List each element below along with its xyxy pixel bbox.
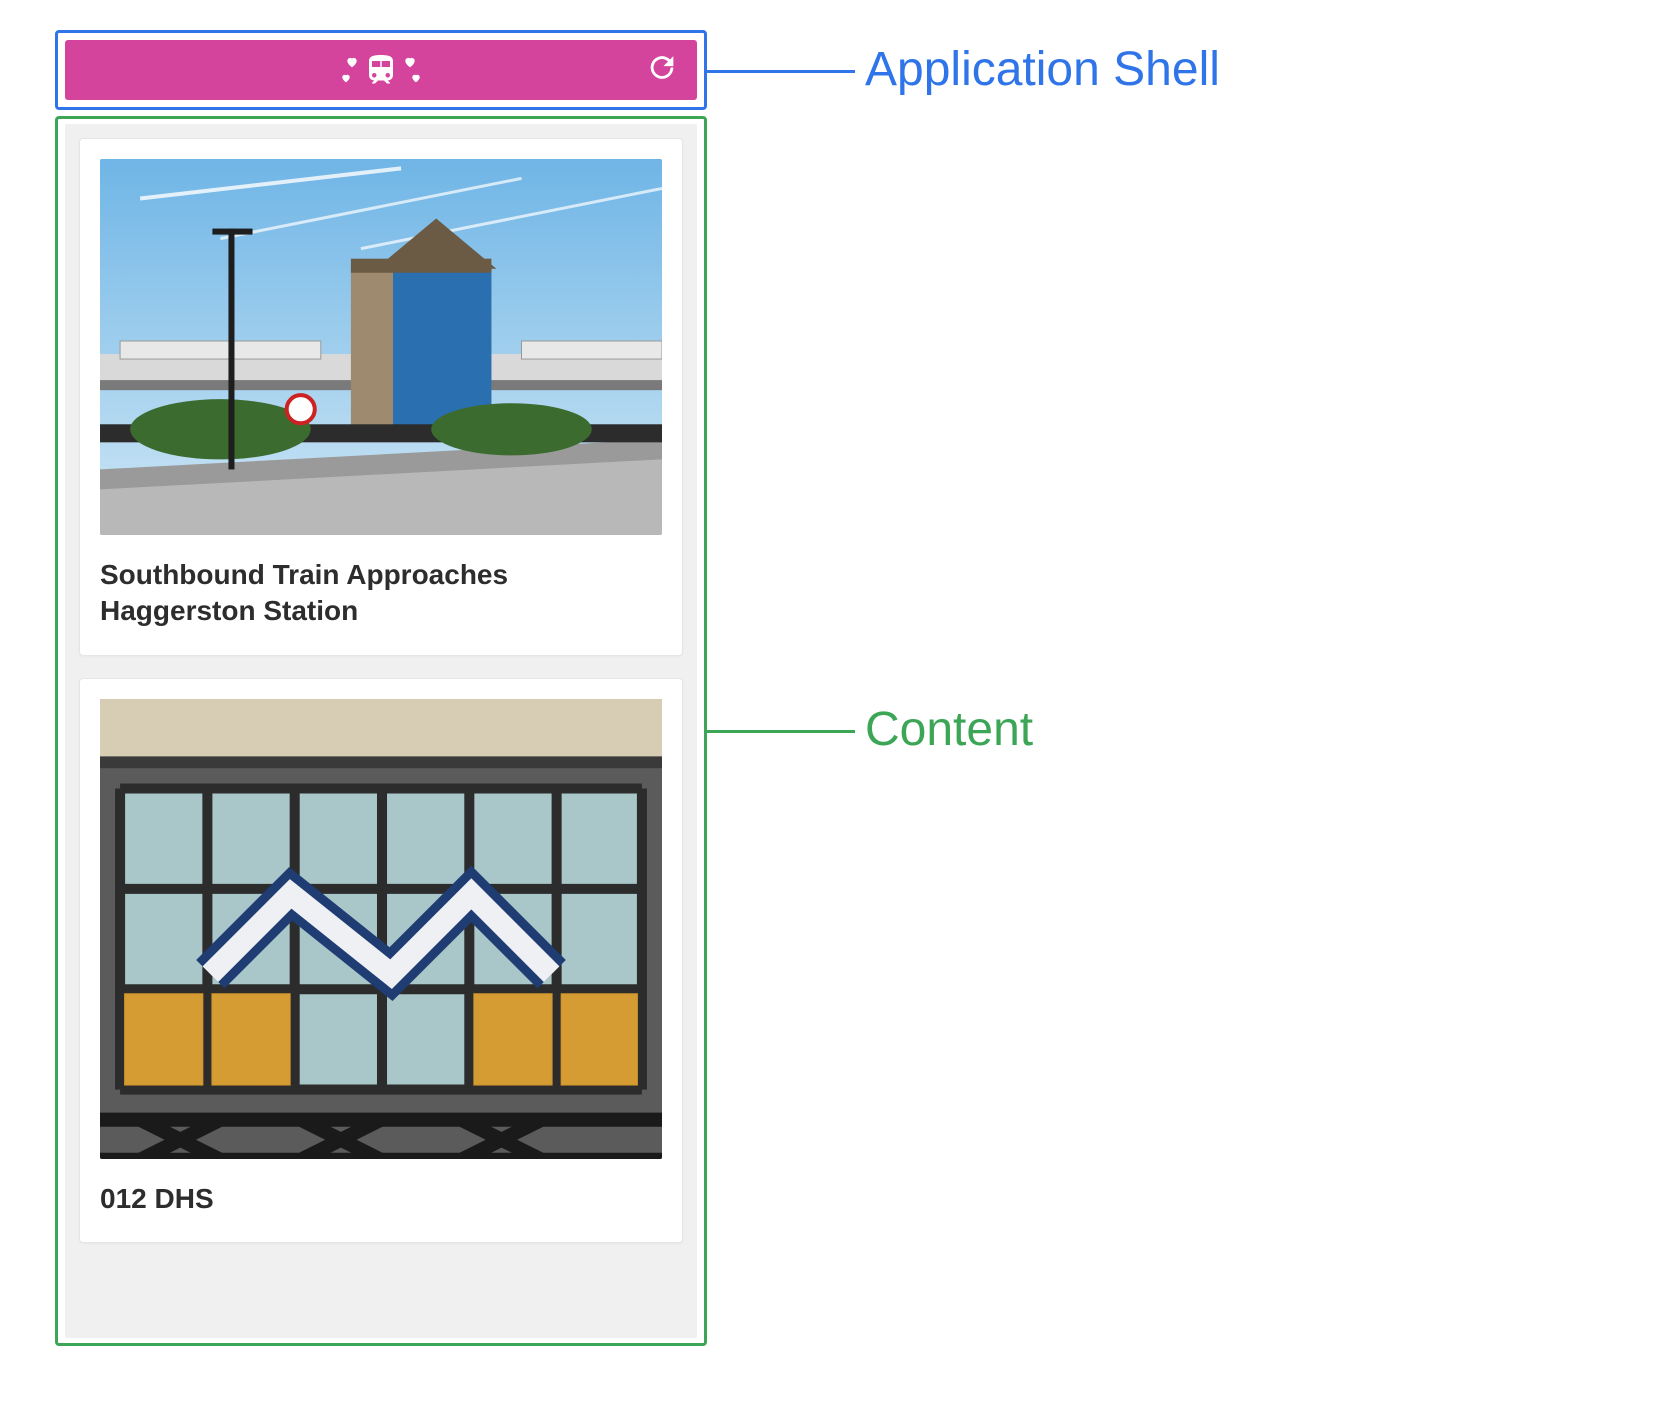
heart-icon	[410, 72, 421, 83]
content-card[interactable]: Southbound Train Approaches Haggerston S…	[79, 138, 683, 656]
card-thumbnail	[100, 699, 662, 1159]
leader-line	[707, 730, 855, 733]
app-logo	[345, 52, 417, 88]
app-shell-header	[65, 40, 697, 100]
heart-icon	[345, 55, 359, 69]
train-icon	[363, 52, 399, 88]
label-application-shell: Application Shell	[865, 42, 1220, 97]
content-card[interactable]: 012 DHS	[79, 678, 683, 1244]
heart-icon	[340, 72, 351, 83]
card-title: 012 DHS	[100, 1181, 662, 1217]
heart-icon	[403, 55, 417, 69]
label-content: Content	[865, 702, 1033, 757]
leader-line	[707, 70, 855, 73]
refresh-button[interactable]	[645, 51, 679, 90]
card-thumbnail	[100, 159, 662, 535]
content-column: Southbound Train Approaches Haggerston S…	[65, 124, 697, 1338]
refresh-icon	[645, 51, 679, 85]
card-title: Southbound Train Approaches Haggerston S…	[100, 557, 662, 629]
